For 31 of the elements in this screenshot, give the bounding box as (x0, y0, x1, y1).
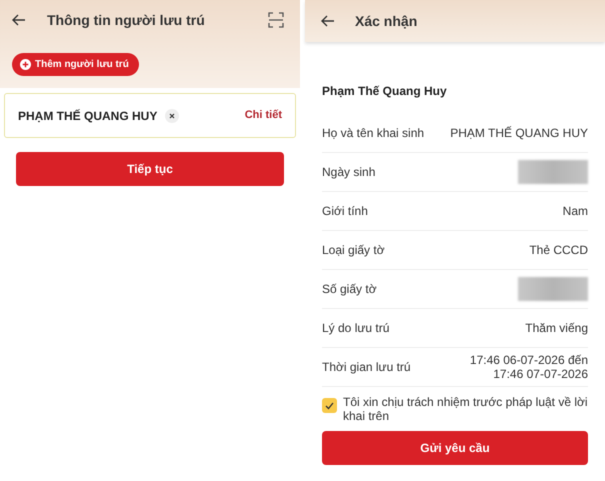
row-label: Loại giấy tờ (322, 242, 385, 259)
continue-button[interactable]: Tiếp tục (16, 152, 284, 186)
redacted-value (518, 277, 588, 301)
row-value: Thẻ CCCD (529, 242, 588, 259)
scan-icon[interactable] (268, 12, 284, 28)
guest-name: Phạm Thế Quang Huy (322, 83, 448, 100)
back-arrow-icon[interactable] (12, 14, 26, 26)
plus-circle-icon (20, 59, 31, 70)
detail-link[interactable]: Chi tiết (244, 107, 282, 124)
redacted-value (518, 160, 588, 184)
row-value-line: 17:46 06-07-2026 đến (470, 353, 588, 367)
remove-icon[interactable] (165, 108, 180, 122)
row-label: Họ và tên khai sinh (322, 125, 424, 142)
row-label: Lý do lưu trú (322, 320, 390, 337)
add-guest-button[interactable]: Thêm người lưu trú (12, 53, 139, 76)
agreement-checkbox[interactable] (322, 398, 337, 413)
check-icon (325, 402, 334, 410)
row-value: Thăm viếng (525, 320, 588, 337)
row-label: Số giấy tờ (322, 281, 377, 298)
row-value: Nam (562, 203, 588, 220)
row-label: Ngày sinh (322, 164, 376, 181)
row-value-line: 17:46 07-07-2026 (493, 367, 588, 381)
row-label: Thời gian lưu trú (322, 359, 411, 376)
guest-name: PHẠM THẾ QUANG HUY (18, 108, 158, 124)
back-arrow-icon[interactable] (321, 15, 335, 27)
screen-title: Thông tin người lưu trú (47, 10, 205, 30)
submit-button[interactable]: Gửi yêu cầu (322, 431, 588, 465)
row-label: Giới tính (322, 203, 368, 220)
row-value: PHẠM THẾ QUANG HUY (450, 125, 588, 142)
screen-title: Xác nhận (355, 12, 418, 30)
agreement-text: Tôi xin chịu trách nhiệm trước pháp luật về lời khai trên (343, 395, 588, 423)
